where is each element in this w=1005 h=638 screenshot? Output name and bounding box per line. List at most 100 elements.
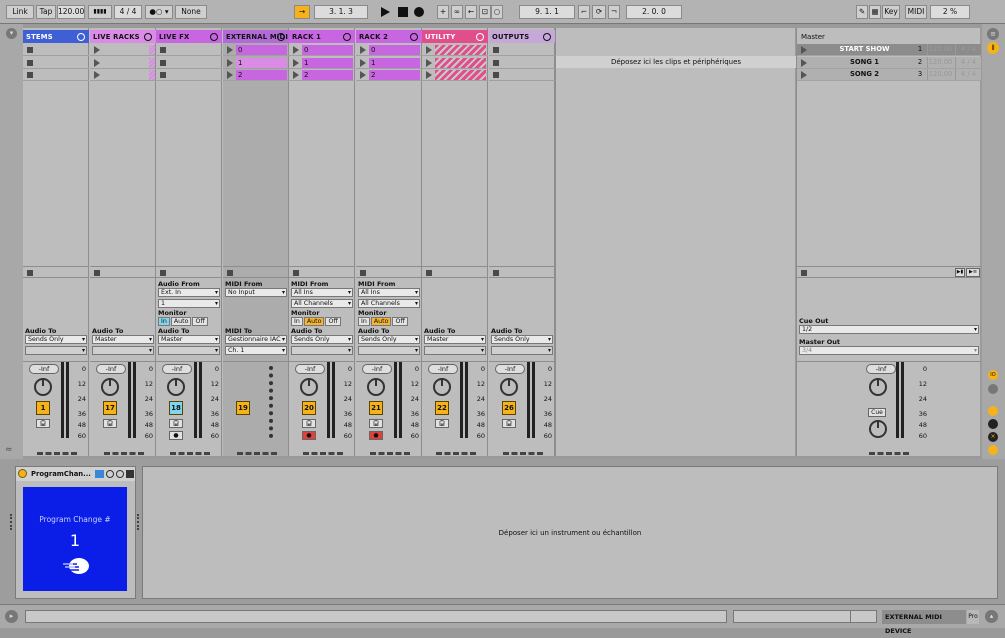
arm-button[interactable]: ● bbox=[369, 431, 383, 440]
clip[interactable]: 1 bbox=[236, 57, 287, 68]
track-stop-icon[interactable] bbox=[360, 270, 366, 276]
io-to-select[interactable]: Sends Only bbox=[491, 335, 553, 344]
clip-slot[interactable]: 0 bbox=[289, 44, 355, 56]
clip-slot[interactable] bbox=[90, 44, 156, 56]
io-to-select[interactable]: Master bbox=[424, 335, 486, 344]
device-hotswap-icon[interactable] bbox=[95, 470, 104, 478]
capture-icon[interactable]: ⊡ bbox=[479, 5, 491, 19]
detail-handle-mid[interactable] bbox=[137, 514, 140, 530]
pan-knob[interactable] bbox=[101, 378, 119, 396]
monitor-off-button[interactable]: Off bbox=[192, 317, 208, 326]
master-pan-knob[interactable] bbox=[869, 378, 887, 396]
track-volume[interactable]: -Inf bbox=[428, 364, 458, 374]
monitor-auto-button[interactable]: Auto bbox=[370, 317, 392, 326]
track-bottom-handle[interactable] bbox=[237, 452, 277, 455]
io-to-channel-select[interactable] bbox=[291, 346, 353, 355]
session-record-icon[interactable]: ○ bbox=[491, 5, 503, 19]
clip-slot[interactable]: 1 bbox=[223, 57, 289, 69]
clip-slot[interactable] bbox=[422, 44, 488, 56]
io-to-channel-select[interactable] bbox=[92, 346, 154, 355]
track-bottom-handle[interactable] bbox=[303, 452, 343, 455]
io-toggle-icon[interactable]: IO bbox=[988, 370, 998, 380]
scene-row[interactable]: SONG 1 2 120.00 4 / 4 bbox=[797, 56, 981, 69]
clip-play-icon[interactable] bbox=[426, 46, 432, 54]
solo-button[interactable]: 🎧︎ bbox=[302, 419, 316, 428]
scene-launch-icon[interactable] bbox=[801, 71, 807, 79]
track-activator-button[interactable]: 17 bbox=[103, 401, 117, 415]
track-stop-icon[interactable] bbox=[94, 270, 100, 276]
track-fold-icon[interactable] bbox=[77, 33, 85, 41]
io-to-select[interactable]: Sends Only bbox=[25, 335, 87, 344]
next-scene-icon[interactable]: ▶≡ bbox=[966, 268, 980, 277]
track-stop-icon[interactable] bbox=[160, 270, 166, 276]
clip-play-icon[interactable] bbox=[94, 71, 100, 79]
clip-play-icon[interactable] bbox=[360, 58, 366, 67]
track-bottom-handle[interactable] bbox=[503, 452, 543, 455]
clip[interactable]: 0 bbox=[302, 45, 353, 55]
clip-slot[interactable]: 0 bbox=[356, 44, 422, 56]
track-fold-icon[interactable] bbox=[277, 33, 285, 41]
crossfader-toggle-icon[interactable]: × bbox=[988, 432, 998, 442]
io-to-channel-select[interactable] bbox=[491, 346, 553, 355]
nudge-icon[interactable]: ▮▮▮▮ bbox=[88, 5, 112, 19]
solo-button[interactable]: 🎧︎ bbox=[103, 419, 117, 428]
arrangement-view-icon[interactable]: ≡ bbox=[987, 28, 999, 40]
monitor-in-button[interactable]: In bbox=[158, 317, 170, 326]
device-map-icon[interactable] bbox=[116, 470, 124, 478]
track-fold-icon[interactable] bbox=[410, 33, 418, 41]
track-stop-icon[interactable] bbox=[227, 270, 233, 276]
pan-knob[interactable] bbox=[34, 378, 52, 396]
track-bottom-handle[interactable] bbox=[104, 452, 144, 455]
arm-button[interactable]: ● bbox=[169, 431, 183, 440]
track-bottom-handle[interactable] bbox=[170, 452, 210, 455]
mixer-toggle-icon[interactable] bbox=[988, 419, 998, 429]
pan-knob[interactable] bbox=[167, 378, 185, 396]
track-stop-icon[interactable] bbox=[426, 270, 432, 276]
monitor-auto-button[interactable]: Auto bbox=[303, 317, 325, 326]
groove-icon[interactable]: ≈ bbox=[5, 445, 18, 455]
scene-signature[interactable]: 4 / 4 bbox=[955, 56, 981, 68]
io-to-channel-select[interactable] bbox=[158, 346, 220, 355]
monitor-auto-button[interactable]: Auto bbox=[170, 317, 192, 326]
clip-stop-icon[interactable] bbox=[27, 59, 33, 66]
monitor-off-button[interactable]: Off bbox=[325, 317, 341, 326]
master-out-select[interactable]: 3/4 bbox=[799, 346, 979, 355]
solo-button[interactable]: 🎧︎ bbox=[169, 419, 183, 428]
punch-out-icon[interactable]: ¬ bbox=[608, 5, 620, 19]
track-volume[interactable]: -Inf bbox=[96, 364, 126, 374]
clip-slot[interactable] bbox=[489, 69, 555, 81]
clip[interactable]: 0 bbox=[236, 45, 287, 55]
status-scroll-field[interactable] bbox=[733, 610, 877, 623]
clip-slot-hatched[interactable] bbox=[435, 57, 486, 68]
track-volume[interactable]: -Inf bbox=[162, 364, 192, 374]
clip[interactable]: 2 bbox=[236, 70, 287, 80]
track-fold-icon[interactable] bbox=[543, 33, 551, 41]
loop-length-field[interactable]: 2. 0. 0 bbox=[626, 5, 682, 19]
tempo-field[interactable]: 120.00 bbox=[57, 5, 85, 19]
clip-play-icon[interactable] bbox=[227, 71, 233, 79]
metronome-select[interactable]: ●○ ▾ bbox=[145, 5, 173, 19]
clip-stop-icon[interactable] bbox=[160, 72, 166, 78]
track-fold-icon[interactable] bbox=[476, 33, 484, 41]
track-stop-icon[interactable] bbox=[293, 270, 299, 276]
clip-play-icon[interactable] bbox=[293, 71, 299, 79]
io-from-select[interactable]: All Ins bbox=[358, 288, 420, 297]
keyboard-icon[interactable]: ▦ bbox=[869, 5, 881, 19]
arm-button[interactable]: ● bbox=[302, 431, 316, 440]
track-volume[interactable]: -Inf bbox=[29, 364, 59, 374]
link-button[interactable]: Link bbox=[6, 5, 34, 19]
io-to-channel-select[interactable]: Ch. 1 bbox=[225, 346, 287, 355]
clip-slot[interactable] bbox=[90, 69, 156, 81]
track-stop-icon[interactable] bbox=[493, 270, 499, 276]
clip-slot[interactable] bbox=[422, 69, 488, 81]
io-to-select[interactable]: Sends Only bbox=[358, 335, 420, 344]
stop-icon[interactable] bbox=[398, 7, 408, 17]
io-from-select[interactable]: Ext. In bbox=[158, 288, 220, 297]
scene-tempo[interactable]: 120.00 bbox=[927, 56, 953, 68]
clip-play-icon[interactable] bbox=[293, 46, 299, 54]
track-fold-icon[interactable] bbox=[210, 33, 218, 41]
io-to-select[interactable]: Master bbox=[92, 335, 154, 344]
stop-all-icon[interactable] bbox=[801, 270, 807, 276]
master-volume[interactable]: -Inf bbox=[866, 364, 896, 374]
clip-play-icon[interactable] bbox=[94, 58, 100, 67]
